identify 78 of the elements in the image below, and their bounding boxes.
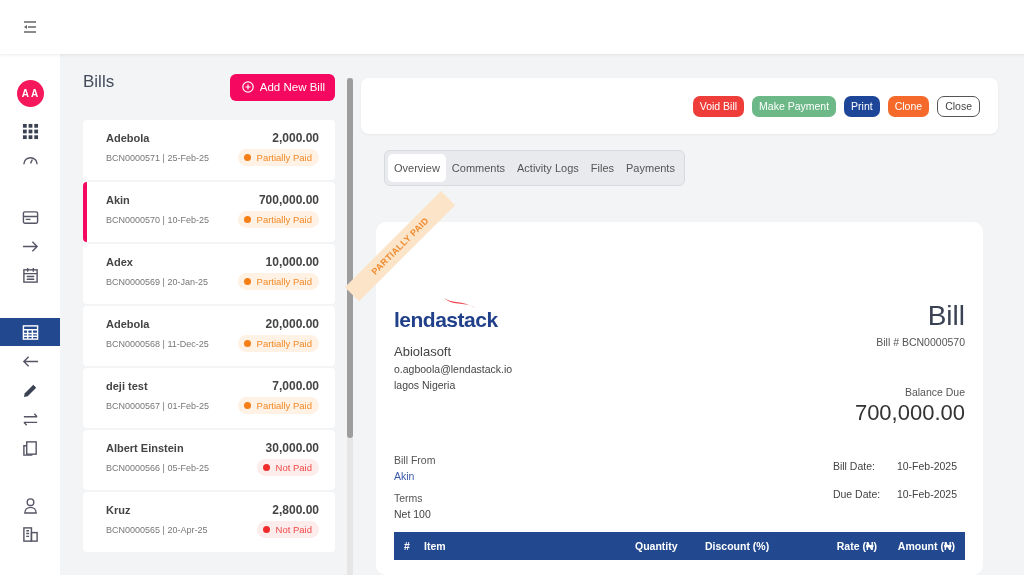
- status-badge: Partially Paid: [237, 211, 319, 228]
- files-icon[interactable]: [21, 439, 39, 457]
- bill-number-date: BCN0000569 | 20-Jan-25: [106, 276, 208, 287]
- bill-number-date: BCN0000570 | 10-Feb-25: [106, 214, 209, 225]
- company-email: o.agboola@lendastack.io: [394, 363, 513, 375]
- column-header: Amount (₦): [896, 540, 955, 552]
- bill-list-item[interactable]: Adex 10,000.00 BCN0000569 | 20-Jan-25 Partially Paid: [83, 244, 335, 304]
- action-button[interactable]: Close: [937, 95, 980, 117]
- table-icon[interactable]: [21, 323, 39, 341]
- bill-amount: 700,000.00: [258, 193, 319, 207]
- column-header: Quantity: [635, 540, 679, 552]
- company-logo: lendastack: [394, 308, 498, 331]
- card-icon[interactable]: [21, 208, 39, 226]
- bills-title: Bills: [83, 72, 115, 92]
- bill-list-item[interactable]: Kruz 2,800.00 BCN0000565 | 20-Apr-25 Not Paid: [83, 492, 335, 552]
- bill-list-item[interactable]: Adebola 20,000.00 BCN0000568 | 11-Dec-25 Partially Paid: [83, 306, 335, 366]
- balance-due-label: Balance Due: [904, 386, 965, 398]
- bill-list-item[interactable]: Albert Einstein 30,000.00 BCN0000566 | 05-Feb-25 Not Paid: [83, 430, 335, 490]
- vendor-name: Kruz: [106, 504, 131, 516]
- vendor-name: Adex: [106, 256, 133, 268]
- user-avatar[interactable]: A A: [16, 80, 44, 107]
- bill-from-label: Bill From: [394, 454, 436, 466]
- bill-number-date: BCN0000568 | 11-Dec-25: [106, 338, 209, 349]
- document-title: Bill: [927, 300, 965, 332]
- status-badge: Partially Paid: [237, 335, 319, 352]
- menu-collapse-icon[interactable]: [23, 21, 37, 33]
- bill-number-date: BCN0000571 | 25-Feb-25: [106, 152, 209, 163]
- bill-amount: 2,800.00: [272, 503, 319, 517]
- grid-icon[interactable]: [21, 122, 39, 140]
- vendor-name: Akin: [106, 194, 130, 206]
- bill-list-item[interactable]: deji test 7,000.00 BCN0000567 | 01-Feb-25 Partially Paid: [83, 368, 335, 428]
- date-label: Bill Date:: [832, 460, 876, 474]
- bill-amount: 20,000.00: [265, 317, 319, 331]
- calendar-icon[interactable]: [21, 266, 39, 284]
- date-label: Due Date:: [832, 488, 882, 502]
- balance-due-amount: 700,000.00: [854, 400, 965, 426]
- tab[interactable]: Payments: [620, 154, 681, 182]
- vendor-name: Adebola: [106, 318, 150, 330]
- vendor-name: Adebola: [106, 132, 150, 144]
- status-badge: Not Paid: [256, 459, 319, 476]
- tab[interactable]: Activity Logs: [511, 154, 585, 182]
- building-icon[interactable]: [21, 525, 39, 543]
- add-new-bill-button[interactable]: Add New Bill: [229, 73, 335, 101]
- bill-amount: 7,000.00: [272, 379, 319, 393]
- date-value: 10-Feb-2025: [896, 460, 957, 474]
- tab[interactable]: Files: [584, 154, 620, 182]
- bill-number-date: BCN0000567 | 01-Feb-25: [106, 400, 209, 411]
- status-badge: Partially Paid: [237, 397, 319, 414]
- company-address: lagos Nigeria: [394, 379, 457, 391]
- sidebar-nav-item[interactable]: [0, 318, 60, 346]
- bill-number: Bill # BCN0000570: [876, 336, 965, 348]
- tab[interactable]: Comments: [445, 154, 512, 182]
- date-value: 10-Feb-2025: [896, 488, 957, 502]
- bill-number-date: BCN0000566 | 05-Feb-25: [106, 462, 209, 473]
- user-icon[interactable]: [21, 496, 39, 514]
- bill-number-date: BCN0000565 | 20-Apr-25: [106, 524, 208, 535]
- column-header: Discount (%): [705, 540, 771, 552]
- vendor-link[interactable]: Akin: [394, 470, 436, 482]
- status-badge: Not Paid: [256, 521, 319, 538]
- column-header: #: [404, 540, 411, 552]
- vendor-name: deji test: [106, 380, 148, 392]
- action-button[interactable]: Print: [844, 95, 880, 117]
- bill-amount: 2,000.00: [272, 131, 319, 145]
- bill-amount: 30,000.00: [265, 441, 319, 455]
- column-header: Item: [424, 540, 447, 552]
- bill-list-item[interactable]: Akin 700,000.00 BCN0000570 | 10-Feb-25 Partially Paid: [83, 182, 335, 242]
- column-header: Rate (₦): [835, 540, 877, 552]
- terms-label: Terms: [394, 492, 424, 504]
- terms-value: Net 100: [394, 508, 432, 520]
- plus-circle-icon: [241, 81, 254, 93]
- bill-list-item[interactable]: Adebola 2,000.00 BCN0000571 | 25-Feb-25 Partially Paid: [83, 120, 335, 180]
- vendor-name: Albert Einstein: [106, 442, 184, 454]
- company-name: Abiolasoft: [394, 344, 453, 359]
- status-badge: Partially Paid: [237, 149, 319, 166]
- action-button[interactable]: Void Bill: [692, 95, 745, 117]
- bill-amount: 10,000.00: [265, 255, 319, 269]
- status-badge: Partially Paid: [237, 273, 319, 290]
- tab[interactable]: Overview: [388, 154, 446, 182]
